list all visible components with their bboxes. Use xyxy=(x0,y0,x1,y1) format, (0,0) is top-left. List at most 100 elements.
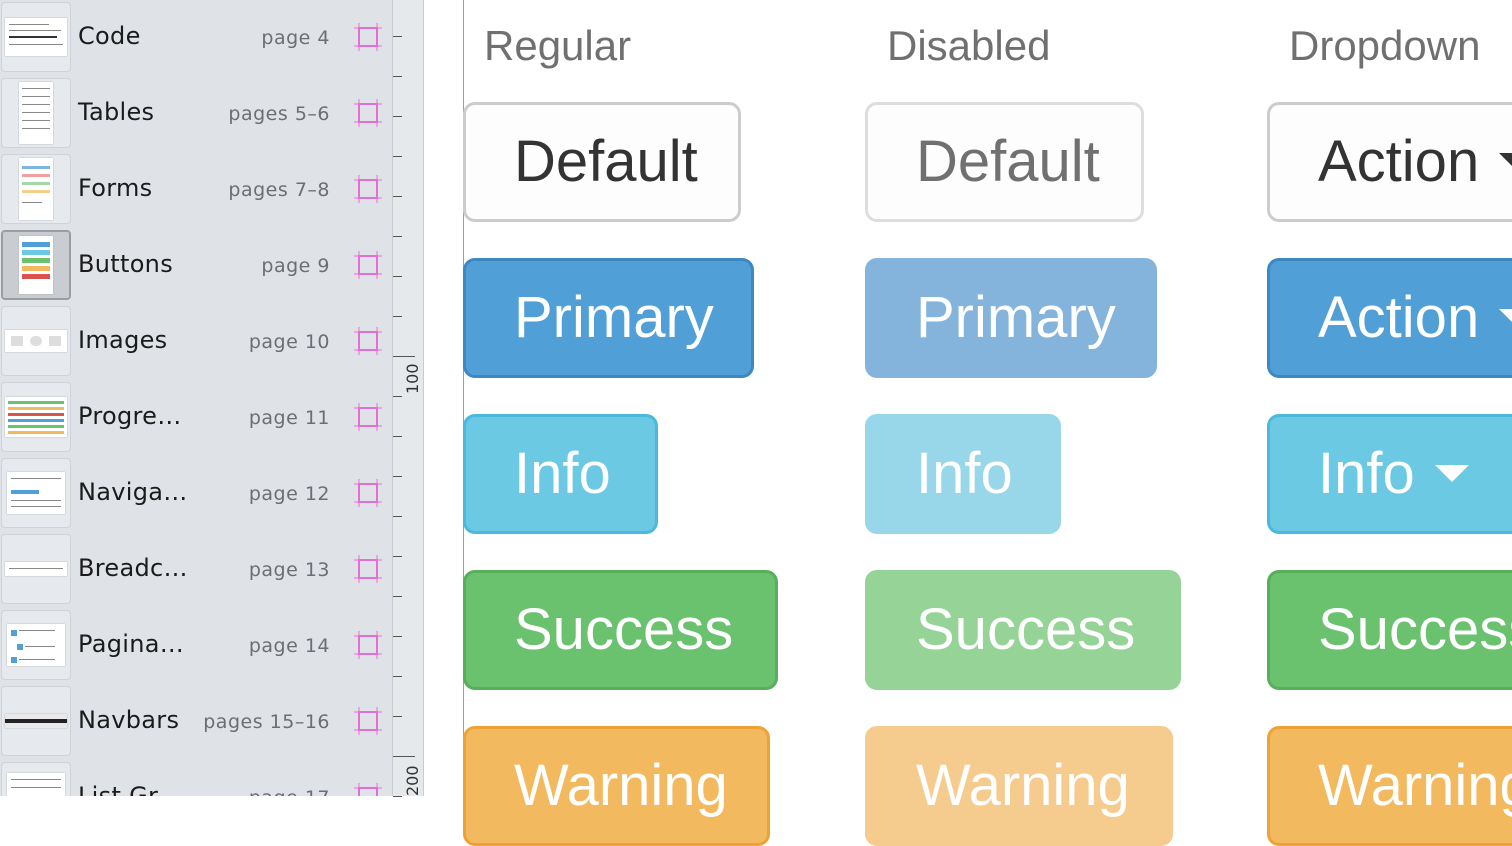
page-row-code[interactable]: Code page 4 xyxy=(0,0,392,76)
disabled-warning-button: Warning xyxy=(865,726,1173,846)
page-name: Naviga… xyxy=(78,478,188,506)
page-range: page 10 xyxy=(248,331,330,353)
page-thumbnail xyxy=(1,2,71,72)
ruler-tick xyxy=(393,116,402,117)
ruler-tick xyxy=(393,396,402,397)
thumbnail-preview xyxy=(19,82,53,144)
page-range: page 4 xyxy=(261,27,330,49)
page-range: pages 15–16 xyxy=(203,711,330,733)
vertical-ruler[interactable]: 100 200 xyxy=(392,0,424,797)
page-name: Navbars xyxy=(78,706,180,734)
page-thumbnail xyxy=(1,458,71,528)
ruler-tick xyxy=(393,676,402,677)
artboard-icon[interactable] xyxy=(354,175,382,203)
page-row-tables[interactable]: Tables pages 5–6 xyxy=(0,76,392,152)
thumbnail-preview xyxy=(7,624,65,666)
page-name: List Gr… xyxy=(78,782,183,796)
disabled-success-button: Success xyxy=(865,570,1181,690)
page-thumbnail xyxy=(1,534,71,604)
page-row-breadcrumbs[interactable]: Breadc… page 13 xyxy=(0,532,392,608)
caret-down-icon xyxy=(1434,465,1469,483)
page-range: page 17 xyxy=(249,787,330,796)
thumbnail-preview xyxy=(19,158,53,220)
column-heading-dropdown: Dropdown xyxy=(1289,22,1481,69)
page-row-progress[interactable]: Progre… page 11 xyxy=(0,380,392,456)
regular-success-button[interactable]: Success xyxy=(463,570,778,690)
artboard-icon[interactable] xyxy=(354,631,382,659)
artboard-icon[interactable] xyxy=(354,327,382,355)
regular-warning-button[interactable]: Warning xyxy=(463,726,770,846)
ruler-tick xyxy=(393,636,402,637)
page-name: Progre… xyxy=(78,402,182,430)
thumbnail-preview xyxy=(7,472,65,514)
page-name: Buttons xyxy=(78,250,173,278)
ruler-tick xyxy=(393,596,402,597)
artboard-icon[interactable] xyxy=(354,783,382,796)
ruler-label-100: 100 xyxy=(403,363,422,394)
page-range: pages 7–8 xyxy=(228,179,330,201)
disabled-primary-button: Primary xyxy=(865,258,1157,378)
thumbnail-preview xyxy=(5,18,67,56)
page-row-pagination[interactable]: Pagina… page 14 xyxy=(0,608,392,684)
thumbnail-preview xyxy=(7,773,65,796)
regular-info-button[interactable]: Info xyxy=(463,414,658,534)
ruler-tick xyxy=(393,556,402,557)
artboard-icon[interactable] xyxy=(354,251,382,279)
page-range: page 14 xyxy=(248,635,330,657)
ruler-tick xyxy=(393,76,402,77)
pages-sidebar: Code page 4 Tables pages 5–6 Forms pages… xyxy=(0,0,392,796)
artboard-icon[interactable] xyxy=(354,403,382,431)
page-row-navbars[interactable]: Navbars pages 15–16 xyxy=(0,684,392,760)
page-row-list-group[interactable]: List Gr… page 17 xyxy=(0,760,392,796)
page-thumbnail xyxy=(1,230,71,300)
ruler-tick xyxy=(393,196,402,197)
dropdown-info-button[interactable]: Info xyxy=(1267,414,1512,534)
page-range: page 11 xyxy=(248,407,330,429)
page-range: page 12 xyxy=(248,483,330,505)
page-name: Images xyxy=(78,326,168,354)
caret-down-icon xyxy=(1499,309,1512,327)
page-row-buttons[interactable]: Buttons page 9 xyxy=(0,228,392,304)
page-row-navigation[interactable]: Naviga… page 12 xyxy=(0,456,392,532)
dropdown-warning-button[interactable]: Warning xyxy=(1267,726,1512,846)
ruler-tick xyxy=(393,36,402,37)
column-heading-disabled: Disabled xyxy=(887,22,1051,69)
page-name: Code xyxy=(78,22,141,50)
page-thumbnail xyxy=(1,762,71,796)
regular-default-button[interactable]: Default xyxy=(463,102,741,222)
thumbnail-preview xyxy=(19,236,53,294)
page-name: Breadc… xyxy=(78,554,188,582)
page-thumbnail xyxy=(1,78,71,148)
ruler-tick xyxy=(393,756,415,757)
ruler-tick xyxy=(393,276,402,277)
page-thumbnail xyxy=(1,686,71,756)
ruler-tick xyxy=(393,716,402,717)
thumbnail-preview xyxy=(5,562,67,576)
page-thumbnail xyxy=(1,610,71,680)
artboard-icon[interactable] xyxy=(354,479,382,507)
ruler-tick xyxy=(393,516,402,517)
artboard-icon[interactable] xyxy=(354,23,382,51)
column-heading-regular: Regular xyxy=(484,22,632,69)
page-row-images[interactable]: Images page 10 xyxy=(0,304,392,380)
page-name: Tables xyxy=(78,98,155,126)
artboard-icon[interactable] xyxy=(354,707,382,735)
page-row-forms[interactable]: Forms pages 7–8 xyxy=(0,152,392,228)
ruler-tick xyxy=(393,356,415,357)
artboard-icon[interactable] xyxy=(354,555,382,583)
dropdown-action-default-button[interactable]: Action xyxy=(1267,102,1512,222)
ruler-tick xyxy=(393,156,402,157)
regular-primary-button[interactable]: Primary xyxy=(463,258,754,378)
thumbnail-preview xyxy=(5,330,67,352)
ruler-tick xyxy=(393,796,402,797)
artboard-icon[interactable] xyxy=(354,99,382,127)
ruler-tick xyxy=(393,476,402,477)
dropdown-success-button[interactable]: Success xyxy=(1267,570,1512,690)
disabled-info-button: Info xyxy=(865,414,1061,534)
page-range: pages 5–6 xyxy=(228,103,330,125)
page-name: Pagina… xyxy=(78,630,185,658)
page-range: page 13 xyxy=(248,559,330,581)
dropdown-action-primary-button[interactable]: Action xyxy=(1267,258,1512,378)
page-thumbnail xyxy=(1,154,71,224)
ruler-tick xyxy=(393,316,402,317)
